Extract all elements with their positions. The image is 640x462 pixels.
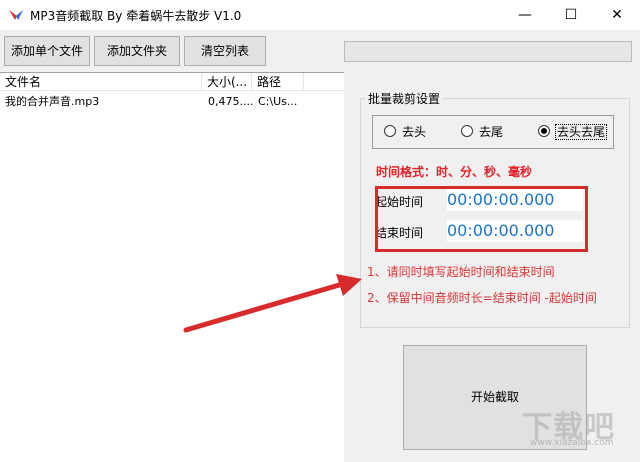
red-arrow-icon: [183, 274, 362, 333]
watermark-url: www.xiazaiba.com: [530, 438, 614, 448]
